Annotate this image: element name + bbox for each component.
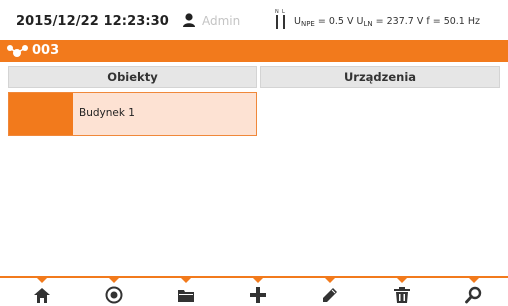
notch-marker [109,278,119,283]
notch-marker [397,278,407,283]
delete-button[interactable] [382,276,422,306]
user-name: Admin [202,14,241,28]
notch-marker [181,278,191,283]
open-folder-button[interactable] [166,276,206,306]
trash-icon [394,287,410,303]
datetime: 2015/12/22 12:23:30 [16,14,169,29]
probe-icon: N L [275,9,285,29]
add-button[interactable] [238,276,278,306]
u-npe-label: U [294,16,301,27]
u-ln-sub: LN [363,20,373,28]
frequency-value: f = 50.1 Hz [426,16,481,27]
search-icon [465,286,482,304]
object-list-item[interactable]: Budynek 1 [8,92,257,136]
notch-marker [253,278,263,283]
home-icon [34,288,50,303]
svg-text:N: N [275,9,279,15]
target-icon [105,286,123,304]
page-title: 003 [32,43,60,58]
user-icon [183,13,195,27]
svg-text:L: L [282,9,285,15]
plus-icon [250,287,266,303]
u-npe-sub: NPE [300,20,315,28]
title-bar: 003 [0,40,508,62]
home-button[interactable] [22,276,62,306]
notch-marker [325,278,335,283]
target-button[interactable] [94,276,134,306]
notch-marker [469,278,479,283]
bottom-toolbar [0,276,508,306]
devices-column-header: Urządzenia [260,66,500,88]
pencil-icon [323,288,337,302]
object-tree-icon [7,45,28,57]
notch-marker [37,278,47,283]
u-npe-value: = 0.5 V [314,16,357,27]
edit-button[interactable] [310,276,350,306]
search-button[interactable] [454,276,494,306]
folder-icon [178,290,194,302]
status-bar: 2015/12/22 12:23:30 Admin N L UNPE = 0.5… [0,0,508,38]
object-label: Budynek 1 [79,107,135,119]
measurement-readout: UNPE = 0.5 V ULN = 237.7 V f = 50.1 Hz [294,16,480,28]
selection-indicator [9,93,73,135]
u-ln-value: = 237.7 V [372,16,427,27]
objects-column-header: Obiekty [8,66,257,88]
